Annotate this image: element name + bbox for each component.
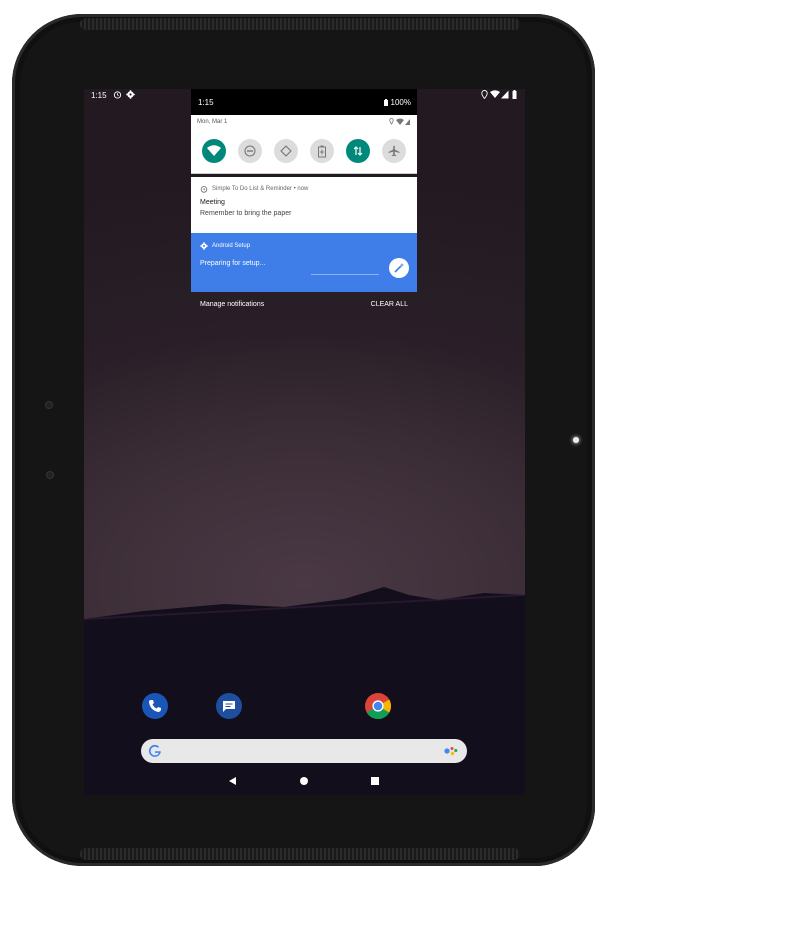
shade-battery: 100%	[384, 98, 411, 107]
qs-signal-icons	[389, 118, 410, 125]
notification-setup-header: Android Setup	[200, 242, 250, 250]
notification-android-setup[interactable]: Android Setup Preparing for setup...	[191, 233, 417, 292]
recents-button-icon[interactable]	[370, 776, 380, 786]
front-camera	[47, 472, 53, 478]
qs-date: Mon, Mar 1	[197, 119, 228, 125]
wifi-icon	[207, 145, 221, 156]
settings-gear-icon	[200, 242, 208, 250]
notification-todo-title: Meeting	[200, 199, 225, 206]
messages-icon	[223, 701, 235, 712]
home-screen: 1:15 1:15 100% Mon, Mar 1 Simple To Do L…	[84, 89, 525, 795]
clear-all-button[interactable]: CLEAR ALL	[371, 301, 408, 308]
mobile-data-icon	[353, 146, 363, 156]
notification-todo-header: Simple To Do List & Reminder • now	[200, 185, 308, 193]
battery-saver-tile[interactable]	[310, 139, 334, 163]
notification-setup-app: Android Setup	[212, 243, 251, 249]
airplane-tile[interactable]	[382, 139, 406, 163]
speaker-grille-top	[80, 18, 520, 30]
messages-app[interactable]	[216, 693, 242, 719]
google-search-bar[interactable]	[141, 739, 467, 763]
mobile-data-tile[interactable]	[346, 139, 370, 163]
shade-footer: Manage notifications CLEAR ALL	[191, 292, 417, 314]
settings-gear-icon	[126, 90, 135, 101]
cell-signal-icon	[501, 90, 509, 101]
setup-progress-line	[311, 274, 379, 275]
back-button-icon[interactable]	[228, 776, 238, 786]
speaker-grille-bottom	[80, 848, 520, 860]
location-icon	[481, 90, 488, 101]
manage-notifications-button[interactable]: Manage notifications	[200, 301, 264, 308]
notification-led	[573, 437, 579, 443]
chrome-app[interactable]	[365, 693, 392, 720]
battery-percent: 100%	[390, 98, 411, 107]
qs-status-icons	[389, 118, 411, 128]
status-time: 1:15	[91, 91, 107, 100]
battery-icon	[512, 90, 517, 101]
setup-action-button[interactable]	[389, 258, 409, 278]
chrome-icon	[365, 693, 392, 720]
quick-settings: Mon, Mar 1	[191, 115, 417, 174]
google-g-icon	[148, 744, 161, 757]
phone-icon	[149, 700, 161, 712]
notification-shade: 1:15 100% Mon, Mar 1 Simple To Do List &…	[191, 89, 417, 314]
notification-todo-app: Simple To Do List & Reminder • now	[212, 186, 309, 192]
alarm-icon	[113, 90, 122, 101]
airplane-icon	[388, 145, 400, 157]
battery-icon	[384, 99, 389, 106]
auto-rotate-tile[interactable]	[274, 139, 298, 163]
front-sensor	[46, 402, 52, 408]
auto-rotate-icon	[280, 145, 292, 157]
phone-app[interactable]	[142, 693, 168, 719]
navigation-bar	[84, 771, 525, 795]
wifi-tile[interactable]	[202, 139, 226, 163]
magic-wand-icon	[394, 263, 404, 273]
shade-time: 1:15	[198, 98, 214, 107]
notification-todo[interactable]: Simple To Do List & Reminder • now Meeti…	[191, 177, 417, 233]
home-button-icon[interactable]	[299, 776, 309, 786]
notification-todo-text: Remember to bring the paper	[200, 210, 292, 217]
assistant-icon	[444, 747, 458, 756]
shade-header: 1:15 100%	[191, 89, 417, 115]
wifi-signal-icon	[490, 90, 500, 101]
dnd-icon	[244, 145, 256, 157]
notification-setup-text: Preparing for setup...	[200, 260, 266, 267]
dnd-tile[interactable]	[238, 139, 262, 163]
battery-saver-icon	[318, 145, 326, 157]
alarm-icon	[200, 186, 208, 193]
